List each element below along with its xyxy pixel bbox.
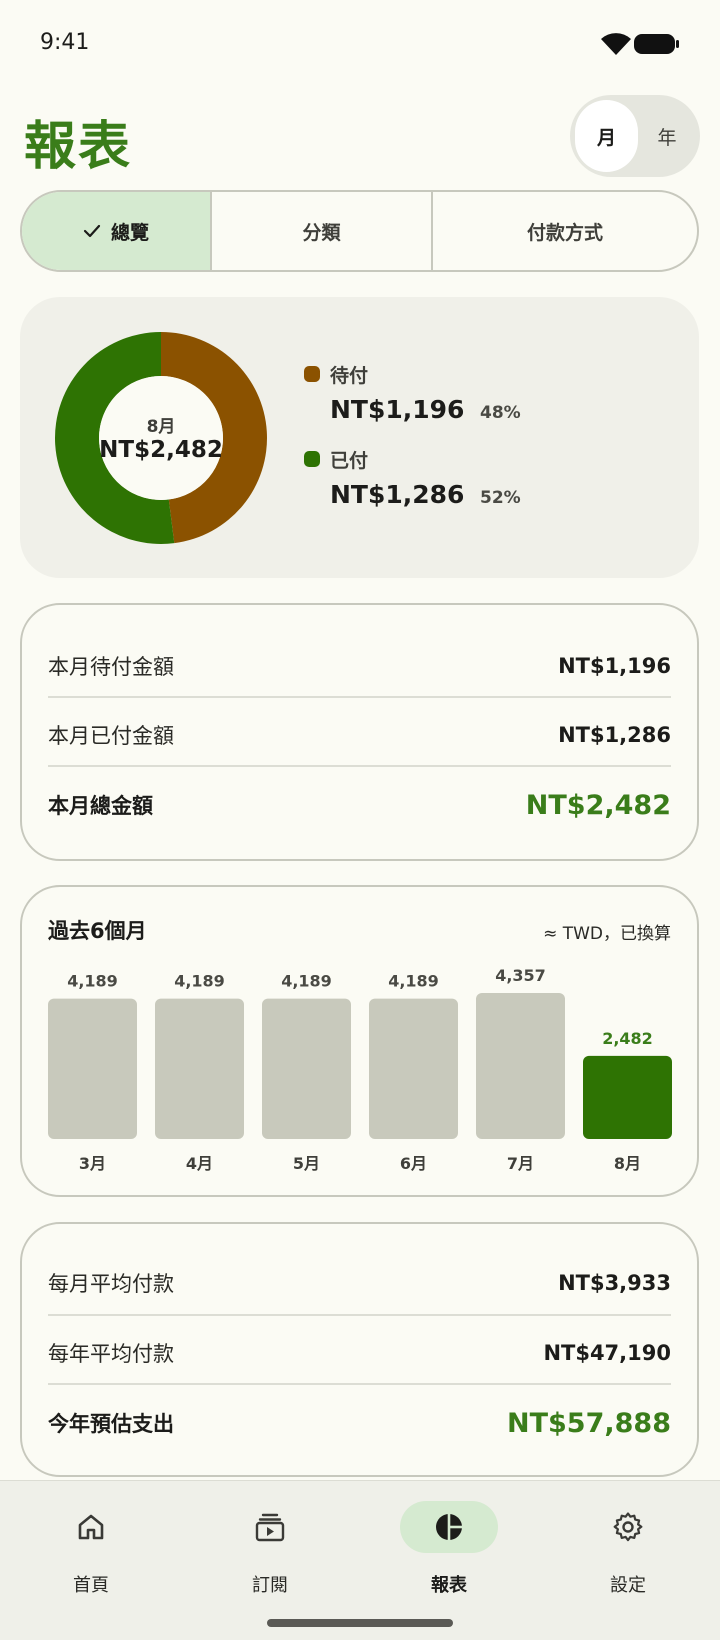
nav-label: 首頁 — [73, 1575, 109, 1596]
tab-label: 總覽 — [110, 221, 149, 244]
tab-category[interactable]: 分類 — [212, 192, 433, 270]
summary-total-row: 本月總金額 NT$2,482 — [48, 770, 671, 840]
bar-0 — [48, 998, 137, 1139]
home-icon — [78, 1514, 104, 1540]
nav-label: 訂閱 — [252, 1575, 288, 1596]
summary-total-label: 今年預估支出 — [48, 1412, 174, 1436]
summary-label: 本月已付金額 — [48, 724, 174, 748]
summary-value: NT$1,196 — [558, 654, 671, 678]
legend-swatch — [304, 366, 320, 382]
bar-value-label-4: 4,357 — [495, 966, 546, 985]
bar-2 — [262, 998, 351, 1139]
tab-overview[interactable]: 總覽 — [22, 192, 212, 270]
bar-1 — [155, 998, 244, 1139]
legend-amount: NT$1,196 — [330, 395, 465, 424]
annual-summary-card: 每月平均付款 NT$3,933 每年平均付款 NT$47,190 今年預估支出 … — [20, 1222, 699, 1477]
summary-total-value: NT$57,888 — [507, 1407, 671, 1439]
divider — [48, 765, 671, 767]
summary-label: 每年平均付款 — [48, 1342, 174, 1366]
bar-value-label-5: 2,482 — [602, 1029, 653, 1048]
legend-name: 待付 — [330, 365, 369, 387]
bar-4 — [476, 993, 565, 1139]
summary-value: NT$47,190 — [543, 1341, 671, 1365]
tab-payment-method[interactable]: 付款方式 — [433, 192, 697, 270]
donut-center-total: NT$2,482 — [99, 437, 223, 463]
summary-row: 每月平均付款 NT$3,933 — [48, 1248, 671, 1318]
summary-total-row: 今年預估支出 NT$57,888 — [48, 1388, 671, 1458]
summary-row: 本月待付金額 NT$1,196 — [48, 631, 671, 701]
summary-label: 每月平均付款 — [48, 1272, 174, 1296]
donut-center-label: 8月 — [146, 417, 176, 437]
tab-label: 付款方式 — [526, 221, 603, 244]
bar-value-label-2: 4,189 — [281, 972, 332, 991]
bar-category-label-5: 8月 — [614, 1154, 641, 1173]
summary-row: 每年平均付款 NT$47,190 — [48, 1318, 671, 1388]
bar-category-label-4: 7月 — [507, 1154, 534, 1173]
settings-gear-icon — [613, 1512, 643, 1542]
nav-item-home[interactable]: 首頁 — [32, 1501, 152, 1611]
status-bar: 9:41 — [0, 0, 720, 88]
divider — [48, 1314, 671, 1316]
legend-percent: 52% — [480, 488, 521, 508]
summary-row: 本月已付金額 NT$1,286 — [48, 700, 671, 770]
period-month-option[interactable]: 月 — [575, 100, 638, 172]
legend-swatch — [304, 451, 320, 467]
check-icon — [83, 224, 101, 238]
history-card: 過去6個月 ≈ TWD，已換算 4,189 3月 4,189 4月 4,189 5月 4,1… — [20, 885, 699, 1197]
period-toggle[interactable]: 月 年 — [570, 95, 700, 177]
month-summary-card: 本月待付金額 NT$1,196 本月已付金額 NT$1,286 本月總金額 NT… — [20, 603, 699, 861]
divider — [48, 696, 671, 698]
divider — [48, 1383, 671, 1385]
overview-card: 8月 NT$2,482 待付 NT$1,196 48% 已付 NT$1,286 … — [20, 297, 699, 578]
bar-value-label-1: 4,189 — [174, 972, 225, 991]
legend-name: 已付 — [330, 450, 369, 472]
bar-value-label-0: 4,189 — [67, 972, 118, 991]
history-bar-chart: 4,189 3月 4,189 4月 4,189 5月 4,189 6月 4,357 7月 2,482… — [48, 966, 672, 1173]
nav-item-settings[interactable]: 設定 — [569, 1501, 689, 1611]
battery-icon — [634, 34, 679, 54]
summary-total-label: 本月總金額 — [48, 794, 153, 818]
summary-value: NT$1,286 — [558, 723, 671, 747]
bar-category-label-3: 6月 — [400, 1154, 427, 1173]
period-year-option[interactable]: 年 — [638, 100, 696, 172]
tab-label: 分類 — [302, 221, 341, 244]
reports-pie-icon — [436, 1514, 462, 1540]
nav-item-subscriptions[interactable]: 訂閱 — [211, 1501, 331, 1611]
nav-label: 設定 — [610, 1575, 646, 1596]
bar-category-label-2: 5月 — [293, 1154, 320, 1173]
legend-percent: 48% — [480, 403, 521, 423]
nav-label: 報表 — [431, 1575, 467, 1596]
summary-value: NT$3,933 — [558, 1271, 671, 1295]
bar-category-label-1: 4月 — [186, 1154, 213, 1173]
subscriptions-icon — [255, 1513, 285, 1542]
summary-label: 本月待付金額 — [48, 655, 174, 679]
status-time: 9:41 — [40, 30, 90, 55]
report-tabs: 總覽 分類 付款方式 — [20, 190, 699, 272]
bar-3 — [369, 998, 458, 1139]
legend-amount: NT$1,286 — [330, 480, 465, 509]
page-title: 報表 — [24, 117, 133, 177]
wifi-icon — [601, 33, 631, 55]
summary-total-value: NT$2,482 — [525, 789, 671, 821]
bar-category-label-0: 3月 — [79, 1154, 106, 1173]
bar-5 — [583, 1055, 672, 1139]
home-indicator — [267, 1619, 453, 1627]
bar-value-label-3: 4,189 — [388, 972, 439, 991]
bottom-nav: 首頁 訂閱 報表 設定 — [0, 1480, 720, 1640]
nav-item-reports[interactable]: 報表 — [390, 1501, 510, 1611]
